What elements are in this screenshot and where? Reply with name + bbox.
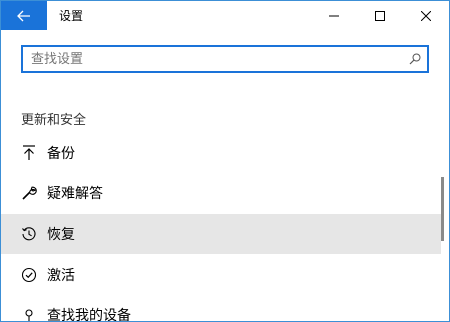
nav-item-label: 激活	[47, 268, 75, 284]
nav-item-backup[interactable]: 备份	[1, 133, 441, 173]
section-title: 更新和安全	[21, 113, 87, 128]
back-button[interactable]	[1, 1, 47, 30]
nav-item-label: 查找我的设备	[47, 308, 131, 322]
wrench-icon	[19, 183, 39, 203]
window-title: 设置	[59, 9, 84, 23]
find-device-icon	[19, 305, 39, 321]
backup-arrow-icon	[19, 143, 39, 163]
maximize-button[interactable]	[357, 1, 403, 30]
nav-item-label: 疑难解答	[47, 186, 103, 202]
nav-item-label: 备份	[47, 146, 75, 162]
check-circle-icon	[19, 265, 39, 285]
minimize-button[interactable]	[311, 1, 357, 30]
nav-item-find-device[interactable]: 查找我的设备	[1, 295, 441, 322]
search-input[interactable]	[23, 47, 403, 71]
settings-window: 设置 查找设置 更新和安全 备份 疑难解答 恢复 激活 查找我的设备	[0, 0, 450, 322]
back-arrow-icon	[17, 10, 30, 21]
nav-item-troubleshoot[interactable]: 疑难解答	[1, 173, 441, 213]
scrollbar-thumb[interactable]	[441, 177, 444, 241]
search-box	[21, 45, 429, 73]
search-icon[interactable]	[403, 47, 427, 71]
nav-item-label: 恢复	[47, 227, 75, 243]
maximize-icon	[375, 10, 385, 21]
history-icon	[19, 224, 39, 244]
title-bar: 设置	[1, 1, 449, 30]
nav-item-recovery[interactable]: 恢复	[1, 214, 441, 254]
nav-item-activation[interactable]: 激活	[1, 255, 441, 295]
close-icon	[421, 10, 431, 21]
close-button[interactable]	[403, 1, 449, 30]
minimize-icon	[329, 15, 339, 16]
caption-buttons	[311, 1, 449, 30]
